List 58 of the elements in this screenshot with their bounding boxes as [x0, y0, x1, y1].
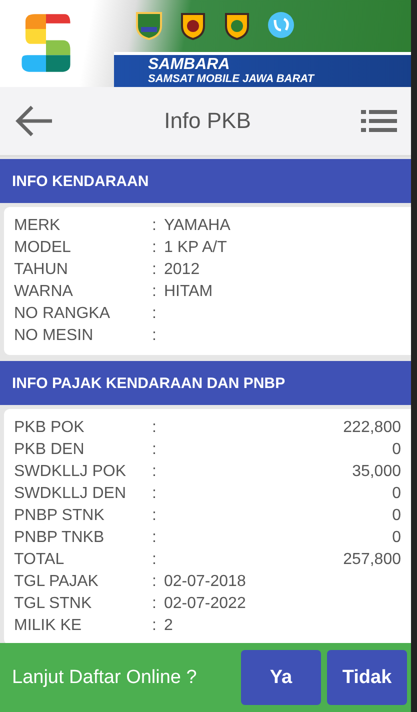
colon-separator: : [152, 261, 158, 279]
field-label: TOTAL [14, 551, 66, 569]
colon-separator: : [152, 507, 158, 525]
app-subtitle: SAMSAT MOBILE JAWA BARAT [148, 73, 316, 86]
colon-separator: : [152, 551, 158, 569]
field-label: MERK [14, 217, 62, 235]
colon-separator: : [152, 595, 158, 613]
menu-icon[interactable] [361, 109, 397, 133]
colon-separator: : [152, 217, 158, 235]
field-label: NO MESIN [14, 327, 94, 345]
colon-separator: : [152, 617, 158, 635]
colon-separator: : [152, 529, 158, 547]
field-label: PNBP TNKB [14, 529, 106, 547]
back-arrow-icon[interactable] [14, 105, 54, 137]
app-name: SAMBARA [148, 56, 231, 73]
prompt-text: Lanjut Daftar Online ? [12, 666, 198, 688]
shield-emblem-icon [134, 9, 164, 41]
field-label: PKB DEN [14, 441, 86, 459]
field-value: 02-07-2022 [164, 595, 246, 613]
colon-separator: : [152, 419, 158, 437]
section-header: INFO KENDARAAN [0, 159, 411, 203]
field-value: 2 [164, 617, 173, 635]
field-value: 02-07-2018 [164, 573, 246, 591]
field-label: NO RANGKA [14, 305, 112, 323]
field-label: PKB POK [14, 419, 86, 437]
field-value: 257,800 [343, 551, 401, 569]
field-value: 222,800 [343, 419, 401, 437]
field-value: YAMAHA [164, 217, 230, 235]
field-label: MODEL [14, 239, 72, 257]
field-label: MILIK KE [14, 617, 83, 635]
field-label: SWDKLLJ DEN [14, 485, 128, 503]
colon-separator: : [152, 441, 158, 459]
colon-separator: : [152, 573, 158, 591]
field-label: WARNA [14, 283, 74, 301]
field-value: 0 [392, 529, 401, 547]
field-label: TGL STNK [14, 595, 93, 613]
answer-button[interactable]: Tidak [327, 650, 407, 705]
field-value: 0 [392, 441, 401, 459]
field-value: 2012 [164, 261, 200, 279]
field-value: HITAM [164, 283, 213, 301]
field-value: 0 [392, 485, 401, 503]
field-value: 0 [392, 507, 401, 525]
colon-separator: : [152, 485, 158, 503]
colon-separator: : [152, 239, 158, 257]
field-value: 1 KP A/T [164, 239, 227, 257]
colon-separator: : [152, 305, 158, 323]
section-header: INFO PAJAK KENDARAAN DAN PNBP [0, 361, 411, 405]
round-emblem-icon [266, 9, 296, 41]
field-label: SWDKLLJ POK [14, 463, 128, 481]
field-label: TGL PAJAK [14, 573, 100, 591]
field-label: TAHUN [14, 261, 69, 279]
screen-title: Info PKB [163, 108, 252, 134]
field-label: PNBP STNK [14, 507, 106, 525]
field-value: 35,000 [352, 463, 401, 481]
colon-separator: : [152, 327, 158, 345]
answer-button[interactable]: Ya [241, 650, 321, 705]
colon-separator: : [152, 283, 158, 301]
colon-separator: : [152, 463, 158, 481]
